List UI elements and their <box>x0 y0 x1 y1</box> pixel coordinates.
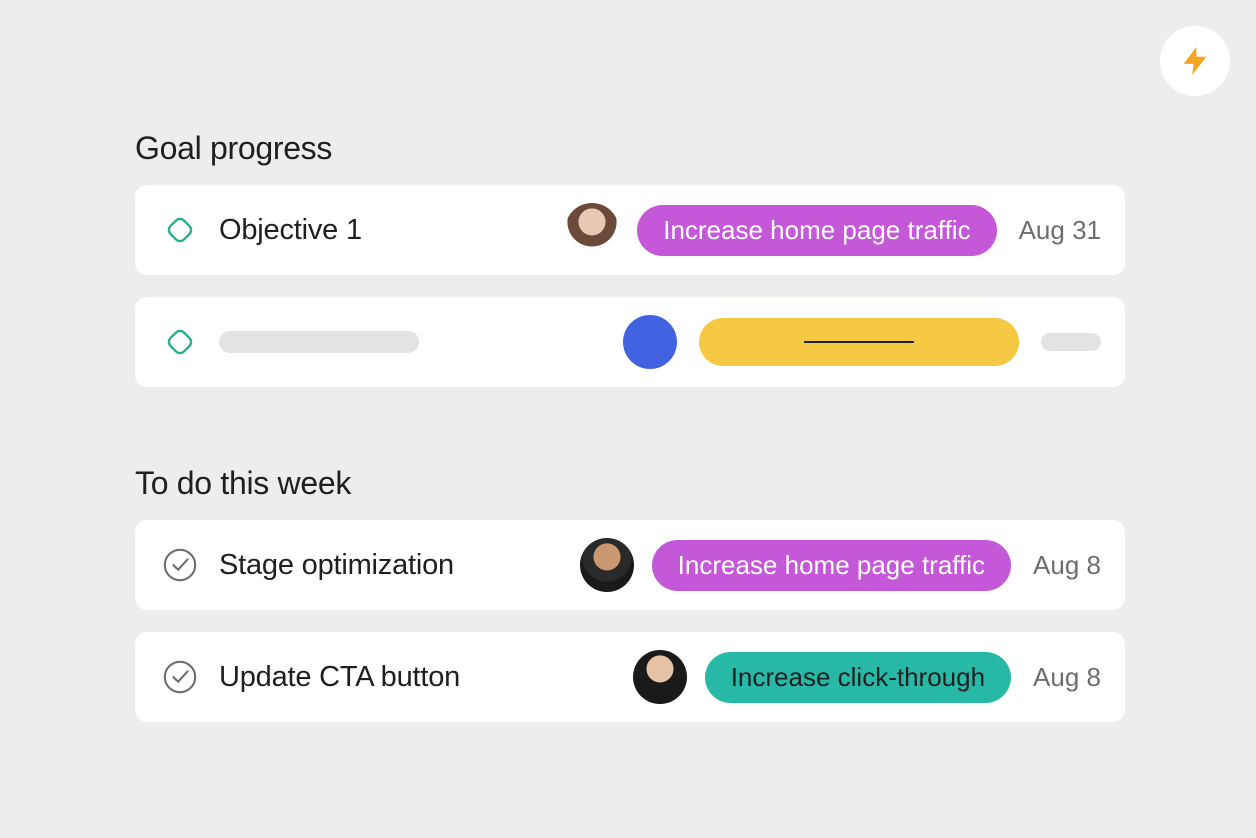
due-date: Aug 31 <box>1019 215 1101 246</box>
placeholder-avatar <box>623 315 677 369</box>
section-title-todo: To do this week <box>135 465 1125 502</box>
tag-pill[interactable]: Increase home page traffic <box>637 205 996 256</box>
goal-title: Objective 1 <box>219 214 519 247</box>
placeholder-date <box>1041 333 1101 351</box>
avatar[interactable] <box>633 650 687 704</box>
tag-pill[interactable]: Increase click-through <box>705 652 1011 703</box>
checkmark-circle-icon[interactable] <box>159 656 201 698</box>
goal-diamond-icon <box>159 321 201 363</box>
due-date: Aug 8 <box>1033 662 1101 693</box>
avatar[interactable] <box>565 203 619 257</box>
placeholder-tag <box>699 318 1019 366</box>
due-date: Aug 8 <box>1033 550 1101 581</box>
avatar[interactable] <box>580 538 634 592</box>
task-title: Stage optimization <box>219 549 519 582</box>
placeholder-title <box>219 331 419 353</box>
task-row[interactable]: Stage optimization Increase home page tr… <box>135 520 1125 610</box>
lightning-icon <box>1178 44 1212 78</box>
task-title: Update CTA button <box>219 661 519 694</box>
task-row[interactable]: Update CTA button Increase click-through… <box>135 632 1125 722</box>
goal-row-placeholder[interactable] <box>135 297 1125 387</box>
tag-pill[interactable]: Increase home page traffic <box>652 540 1011 591</box>
section-title-goals: Goal progress <box>135 130 1125 167</box>
quick-action-button[interactable] <box>1160 26 1230 96</box>
goal-diamond-icon <box>159 209 201 251</box>
checkmark-circle-icon[interactable] <box>159 544 201 586</box>
goal-row[interactable]: Objective 1 Increase home page traffic A… <box>135 185 1125 275</box>
